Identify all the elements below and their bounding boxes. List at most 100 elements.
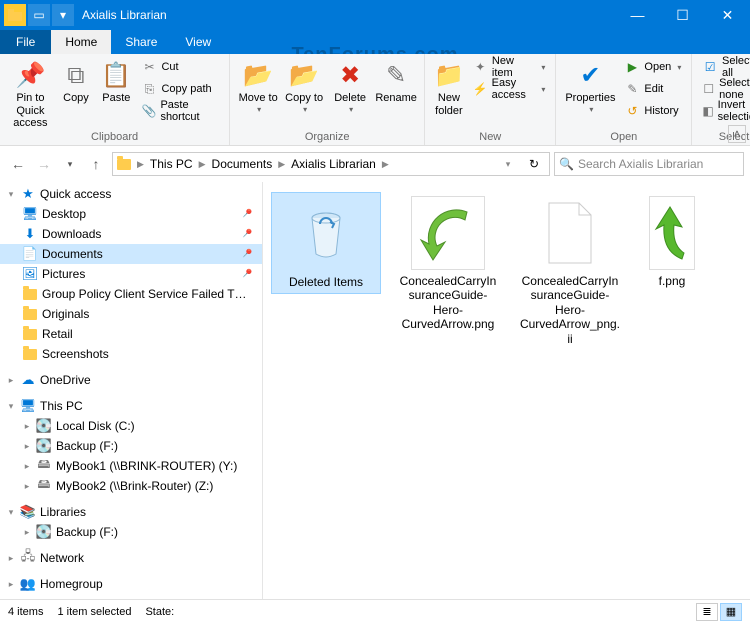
status-item-count: 4 items xyxy=(8,606,43,618)
qat-properties-icon[interactable]: ▭ xyxy=(28,4,50,26)
ribbon-collapse-button[interactable]: ˄ xyxy=(728,125,746,143)
nav-item-desktop[interactable]: 🖥Desktop📍 xyxy=(0,204,262,224)
file-item[interactable]: f.png xyxy=(637,192,707,292)
forward-button[interactable]: → xyxy=(32,152,56,176)
properties-button[interactable]: ✔Properties▾ xyxy=(562,56,618,114)
select-none-button[interactable]: ☐Select none xyxy=(698,78,750,100)
details-view-button[interactable]: ≣ xyxy=(696,603,718,621)
refresh-button[interactable]: ↻ xyxy=(523,157,545,171)
easy-access-button[interactable]: ⚡Easy access▾ xyxy=(469,78,550,100)
paste-shortcut-button[interactable]: 📎Paste shortcut xyxy=(137,100,223,122)
nav-homegroup[interactable]: ▸👥Homegroup xyxy=(0,574,262,594)
nav-item-folder[interactable]: Originals xyxy=(0,304,262,324)
nav-quick-access[interactable]: ▾★Quick access xyxy=(0,184,262,204)
back-button[interactable]: ← xyxy=(6,152,30,176)
open-icon: ▶ xyxy=(624,59,640,75)
icons-view-button[interactable]: ▦ xyxy=(720,603,742,621)
copy-button[interactable]: ⧉ Copy xyxy=(57,56,95,105)
recent-locations-button[interactable]: ▾ xyxy=(58,152,82,176)
nav-arrows: ← → ▾ ↑ xyxy=(6,152,108,176)
address-dropdown-button[interactable]: ▾ xyxy=(497,159,519,170)
folder-icon xyxy=(22,326,38,342)
breadcrumb[interactable]: Axialis Librarian xyxy=(291,157,376,171)
main-area: ▾★Quick access 🖥Desktop📍 ⬇Downloads📍 📄Do… xyxy=(0,182,750,599)
paste-shortcut-icon: 📎 xyxy=(141,103,156,119)
nav-this-pc[interactable]: ▾🖥This PC xyxy=(0,396,262,416)
minimize-button[interactable]: — xyxy=(615,0,660,30)
qat-new-folder-icon[interactable]: ▾ xyxy=(52,4,74,26)
nav-item-folder[interactable]: Screenshots xyxy=(0,344,262,364)
easy-access-icon: ⚡ xyxy=(473,81,488,97)
status-state: State: xyxy=(145,606,174,618)
content-pane[interactable]: Deleted Items ConcealedCarryInsuranceGui… xyxy=(263,182,750,599)
ribbon-group-clipboard: 📌 Pin to Quick access ⧉ Copy 📋 Paste ✂Cu… xyxy=(0,54,230,145)
edit-button[interactable]: ✎Edit xyxy=(620,78,685,100)
search-icon: 🔍 xyxy=(559,157,574,171)
copy-path-icon: ⎘ xyxy=(141,81,157,97)
up-button[interactable]: ↑ xyxy=(84,152,108,176)
ribbon-group-open: ✔Properties▾ ▶Open▾ ✎Edit ↺History Open xyxy=(556,54,692,145)
blank-file-icon xyxy=(533,196,607,270)
nav-item-folder[interactable]: Retail xyxy=(0,324,262,344)
breadcrumb[interactable]: This PC xyxy=(150,157,193,171)
address-row: ← → ▾ ↑ ▶ This PC ▶ Documents ▶ Axialis … xyxy=(0,146,750,182)
file-item-deleted-items[interactable]: Deleted Items xyxy=(271,192,381,294)
network-drive-icon: 🖴 xyxy=(36,458,52,474)
delete-icon: ✖ xyxy=(334,60,366,92)
new-folder-icon: 📁 xyxy=(433,60,465,92)
file-menu[interactable]: File xyxy=(0,30,51,54)
pin-icon: 📍 xyxy=(237,266,254,283)
nav-network[interactable]: ▸🖧Network xyxy=(0,548,262,568)
nav-item-drive[interactable]: ▸💽Local Disk (C:) xyxy=(0,416,262,436)
nav-libraries[interactable]: ▾📚Libraries xyxy=(0,502,262,522)
file-item[interactable]: ConcealedCarryInsuranceGuide-Hero-Curved… xyxy=(515,192,625,350)
nav-item-pictures[interactable]: 🖼Pictures📍 xyxy=(0,264,262,284)
pin-to-quick-access-button[interactable]: 📌 Pin to Quick access xyxy=(6,56,55,130)
copy-to-button[interactable]: 📂Copy to▾ xyxy=(282,56,326,114)
copy-path-button[interactable]: ⎘Copy path xyxy=(137,78,223,100)
address-bar[interactable]: ▶ This PC ▶ Documents ▶ Axialis Libraria… xyxy=(112,152,550,176)
folder-icon xyxy=(117,159,131,170)
nav-item-documents[interactable]: 📄Documents📍 xyxy=(0,244,262,264)
nav-item-drive[interactable]: ▸💽Backup (F:) xyxy=(0,522,262,542)
nav-item-netdrive[interactable]: ▸🖴MyBook2 (\\Brink-Router) (Z:) xyxy=(0,476,262,496)
picture-icon: 🖼 xyxy=(22,266,38,282)
nav-onedrive[interactable]: ▸☁OneDrive xyxy=(0,370,262,390)
chevron-right-icon: ▶ xyxy=(137,159,144,170)
breadcrumb[interactable]: Documents xyxy=(212,157,273,171)
invert-selection-button[interactable]: ◧Invert selection xyxy=(698,100,750,122)
ribbon-group-new: 📁New folder ✦New item▾ ⚡Easy access▾ New xyxy=(425,54,556,145)
file-item[interactable]: ConcealedCarryInsuranceGuide-Hero-Curved… xyxy=(393,192,503,336)
tab-share[interactable]: Share xyxy=(111,30,171,54)
maximize-button[interactable]: ☐ xyxy=(660,0,705,30)
desktop-icon: 🖥 xyxy=(22,206,38,222)
close-button[interactable]: ✕ xyxy=(705,0,750,30)
rename-button[interactable]: ✎Rename xyxy=(374,56,418,105)
cut-button[interactable]: ✂Cut xyxy=(137,56,223,78)
folder-icon xyxy=(22,346,38,362)
chevron-right-icon: ▶ xyxy=(278,159,285,170)
folder-icon xyxy=(22,306,38,322)
network-icon: 🖧 xyxy=(20,550,36,566)
tab-home[interactable]: Home xyxy=(51,30,111,54)
paste-button[interactable]: 📋 Paste xyxy=(97,56,135,105)
delete-button[interactable]: ✖Delete▾ xyxy=(328,56,372,114)
properties-icon: ✔ xyxy=(574,60,606,92)
new-folder-button[interactable]: 📁New folder xyxy=(431,56,467,117)
history-button[interactable]: ↺History xyxy=(620,100,685,122)
open-button[interactable]: ▶Open▾ xyxy=(620,56,685,78)
network-drive-icon: 🖴 xyxy=(36,478,52,494)
new-item-button[interactable]: ✦New item▾ xyxy=(469,56,550,78)
nav-item-folder[interactable]: Group Policy Client Service Failed The L… xyxy=(0,284,262,304)
move-to-button[interactable]: 📂Move to▾ xyxy=(236,56,280,114)
search-box[interactable]: 🔍 Search Axialis Librarian xyxy=(554,152,744,176)
nav-item-netdrive[interactable]: ▸🖴MyBook1 (\\BRINK-ROUTER) (Y:) xyxy=(0,456,262,476)
select-all-button[interactable]: ☑Select all xyxy=(698,56,750,78)
tab-view[interactable]: View xyxy=(171,30,225,54)
quick-access-toolbar: ▭ ▾ xyxy=(0,4,74,26)
invert-selection-icon: ◧ xyxy=(702,103,713,119)
drive-icon: 💽 xyxy=(36,418,52,434)
nav-item-drive[interactable]: ▸💽Backup (F:) xyxy=(0,436,262,456)
move-to-icon: 📂 xyxy=(242,60,274,92)
nav-item-downloads[interactable]: ⬇Downloads📍 xyxy=(0,224,262,244)
